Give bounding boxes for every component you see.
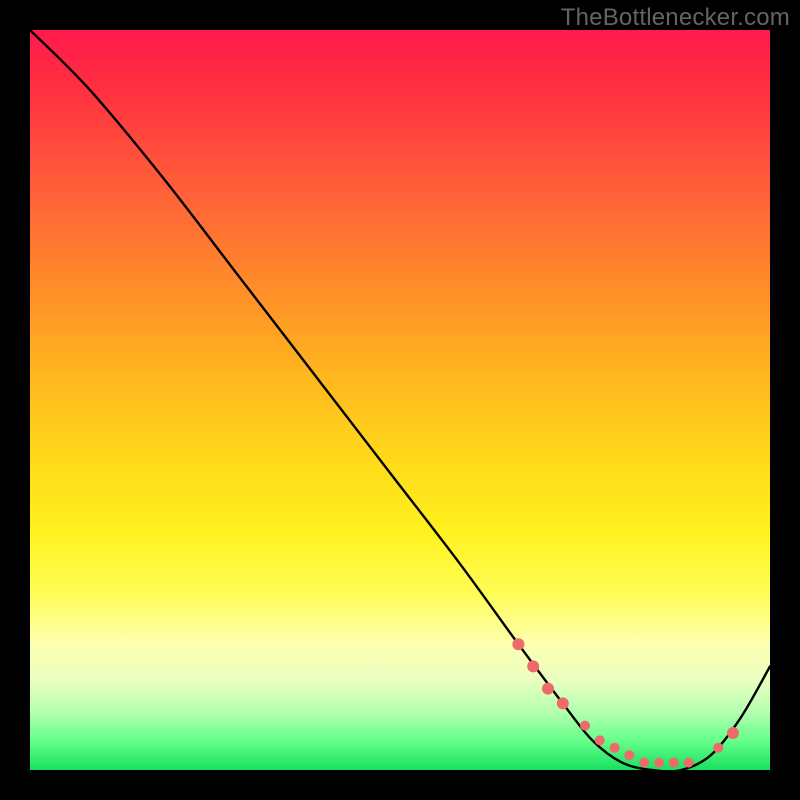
marker-dot [542,683,554,695]
marker-dot [557,697,569,709]
marker-dot [580,721,590,731]
marker-dot [624,750,634,760]
bottleneck-curve [30,30,770,770]
plot-area [30,30,770,770]
marker-dot [684,758,694,768]
watermark-text: TheBottlenecker.com [561,4,790,32]
marker-dot [527,660,539,672]
chart-frame: TheBottlenecker.com [0,0,800,800]
marker-dot [639,758,649,768]
marker-dot [713,743,723,753]
marker-dot [669,758,679,768]
marker-dot [727,727,739,739]
marker-dot [654,758,664,768]
marker-dot [512,638,524,650]
marker-dot [595,735,605,745]
chart-svg [30,30,770,770]
marker-group [512,638,739,767]
marker-dot [610,743,620,753]
